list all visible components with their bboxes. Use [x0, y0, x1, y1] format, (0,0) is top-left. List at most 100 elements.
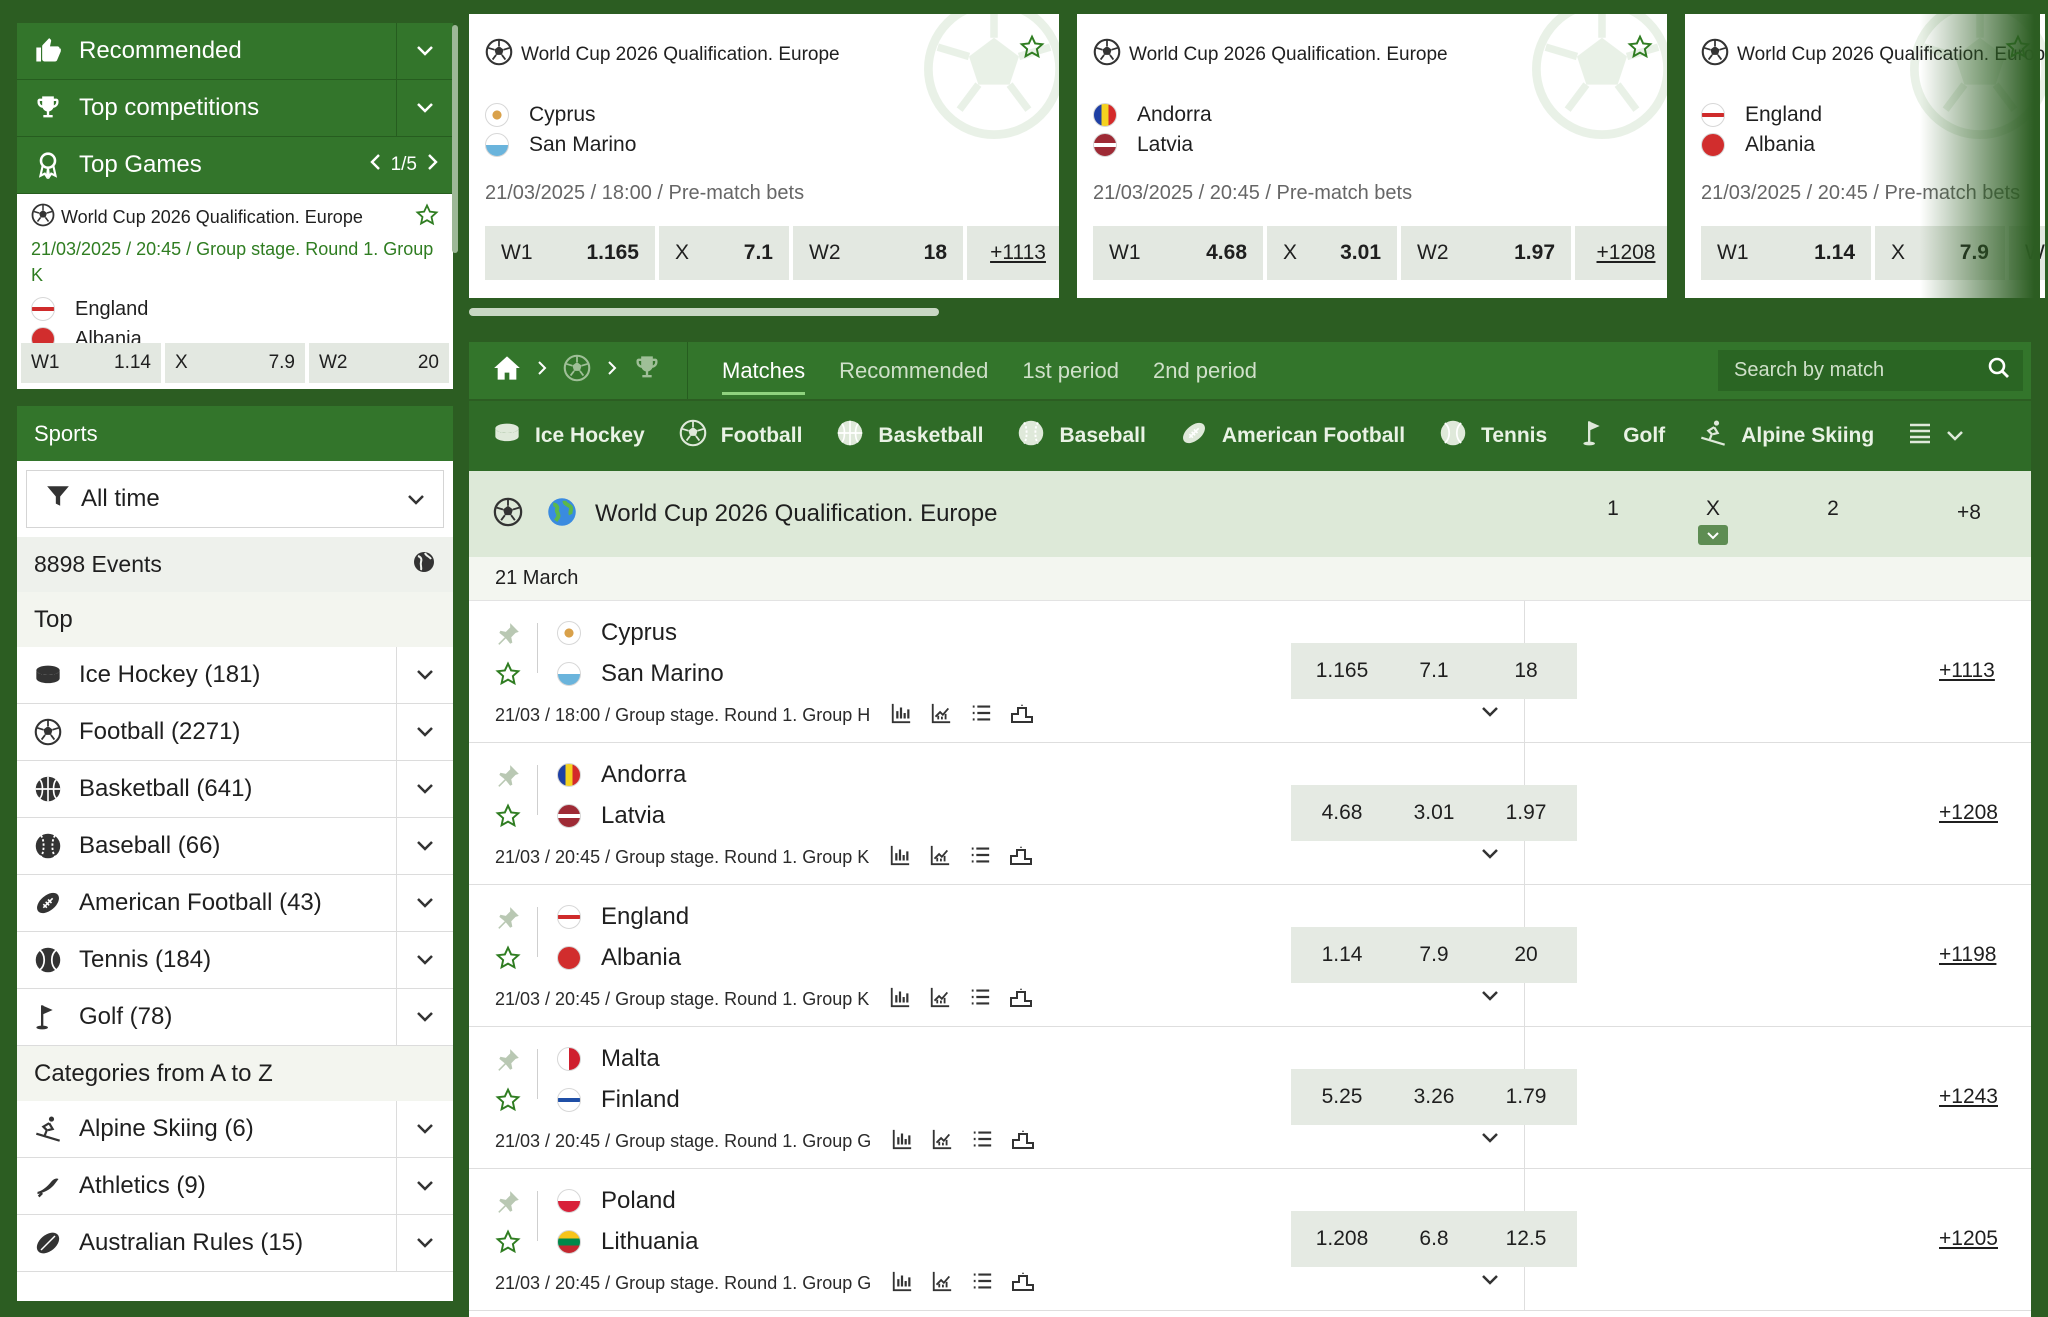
odds-button-x[interactable]: 6.8 [1383, 1211, 1485, 1267]
odds-button-2[interactable]: 12.5 [1475, 1211, 1577, 1267]
sport-chip-basketball[interactable]: Basketball [836, 419, 983, 453]
menu-recommended[interactable]: Recommended [17, 23, 453, 80]
sport-chip-tennis[interactable]: Tennis [1439, 419, 1547, 453]
podium-icon[interactable] [1009, 986, 1033, 1013]
list-icon[interactable] [971, 1128, 993, 1155]
bar-chart-icon[interactable] [891, 1128, 913, 1155]
more-markets-link[interactable]: +1208 [1575, 226, 1667, 280]
sport-row-basketball[interactable]: Basketball (641) [17, 761, 453, 818]
chevron-down-icon[interactable] [396, 647, 453, 703]
sport-chip-baseball[interactable]: Baseball [1017, 419, 1146, 453]
chevron-down-icon[interactable] [396, 1101, 453, 1157]
podium-icon[interactable] [1009, 844, 1033, 871]
favorite-star-icon[interactable] [415, 202, 439, 232]
odds-button-2[interactable]: 20 [1475, 927, 1577, 983]
pin-icon[interactable] [495, 763, 521, 794]
odds-button-2[interactable]: 1.97 [1475, 785, 1577, 841]
chevron-down-icon[interactable] [396, 989, 453, 1045]
favorite-star-icon[interactable] [495, 1087, 521, 1118]
chevron-down-icon[interactable] [396, 80, 453, 136]
sport-row-tennis[interactable]: Tennis (184) [17, 932, 453, 989]
favorite-star-icon[interactable] [495, 803, 521, 834]
carousel-card[interactable]: World Cup 2026 Qualification. Europe And… [1077, 14, 1667, 298]
chevron-down-icon[interactable] [1481, 847, 1499, 865]
chevron-down-icon[interactable] [1481, 705, 1499, 723]
odds-button-1[interactable]: 1.14 [1291, 927, 1393, 983]
sport-row-ice-hockey[interactable]: Ice Hockey (181) [17, 647, 453, 704]
more-markets-link[interactable]: +1113 [967, 226, 1059, 280]
bar-chart-icon[interactable] [891, 1270, 913, 1297]
more-sports-menu[interactable] [1908, 422, 1964, 450]
carousel-card[interactable]: World Cup 2026 Qualification. Europe Cyp… [469, 14, 1059, 298]
odds-button-w2[interactable]: W2 18 [793, 226, 963, 280]
chevron-down-icon[interactable] [396, 23, 453, 79]
bar-chart-icon[interactable] [889, 844, 911, 871]
menu-top-competitions[interactable]: Top competitions [17, 80, 453, 137]
tab-matches[interactable]: Matches [722, 342, 806, 399]
odds-button-1[interactable]: 4.68 [1291, 785, 1393, 841]
chevron-down-icon[interactable] [1481, 1131, 1499, 1149]
pin-icon[interactable] [495, 621, 521, 652]
line-chart-icon[interactable] [931, 1270, 953, 1297]
more-markets-link[interactable]: +1198 [1939, 943, 1996, 967]
tab-recommended[interactable]: Recommended [839, 342, 988, 399]
favorite-star-icon[interactable] [1019, 34, 1045, 65]
favorite-star-icon[interactable] [495, 1229, 521, 1260]
sport-chip-alpine-skiing[interactable]: Alpine Skiing [1699, 419, 1874, 453]
chevron-down-icon[interactable] [396, 1158, 453, 1214]
tab-1st-period[interactable]: 1st period [1022, 342, 1119, 399]
chevron-down-icon[interactable] [396, 704, 453, 760]
time-filter-select[interactable]: All time [26, 470, 444, 528]
chevron-down-icon[interactable] [396, 932, 453, 988]
match-row[interactable]: Poland Lithuania 21/03 / 20:45 / Group s… [469, 1169, 2031, 1311]
carousel-scrollbar[interactable] [469, 308, 939, 316]
trophy-icon[interactable] [633, 354, 661, 387]
sport-row-football[interactable]: Football (2271) [17, 704, 453, 761]
favorite-star-icon[interactable] [495, 661, 521, 692]
chevron-down-icon[interactable] [1481, 1273, 1499, 1291]
search-icon[interactable] [1987, 356, 2011, 386]
odds-button-w1[interactable]: W1 4.68 [1093, 226, 1263, 280]
line-chart-icon[interactable] [929, 986, 951, 1013]
list-icon[interactable] [969, 844, 991, 871]
odds-button-1[interactable]: 1.165 [1291, 643, 1393, 699]
more-markets-link[interactable]: +1113 [1939, 659, 1995, 683]
match-row[interactable]: England Albania 21/03 / 20:45 / Group st… [469, 885, 2031, 1027]
chevron-down-icon[interactable] [396, 1215, 453, 1271]
list-icon[interactable] [970, 702, 992, 729]
odds-button-1[interactable]: 5.25 [1291, 1069, 1393, 1125]
podium-icon[interactable] [1011, 1128, 1035, 1155]
chevron-right-icon[interactable] [427, 153, 439, 177]
chevron-down-icon[interactable] [1481, 989, 1499, 1007]
line-chart-icon[interactable] [931, 1128, 953, 1155]
odds-button-w2[interactable]: W2 1.97 [1401, 226, 1571, 280]
line-chart-icon[interactable] [929, 844, 951, 871]
sport-row-alpine-skiing[interactable]: Alpine Skiing (6) [17, 1101, 453, 1158]
odds-button-x[interactable]: 3.26 [1383, 1069, 1485, 1125]
odds-button-x[interactable]: 3.01 [1383, 785, 1485, 841]
line-chart-icon[interactable] [930, 702, 952, 729]
list-icon[interactable] [971, 1270, 993, 1297]
more-markets-link[interactable]: +1243 [1939, 1085, 1998, 1109]
sport-row-baseball[interactable]: Baseball (66) [17, 818, 453, 875]
pin-icon[interactable] [495, 905, 521, 936]
more-markets-link[interactable]: +1208 [1939, 801, 1998, 825]
chevron-down-icon[interactable] [396, 875, 453, 931]
match-row[interactable]: Malta Finland 21/03 / 20:45 / Group stag… [469, 1027, 2031, 1169]
odds-button-w1[interactable]: W1 1.165 [485, 226, 655, 280]
sport-row-athletics[interactable]: Athletics (9) [17, 1158, 453, 1215]
bar-chart-icon[interactable] [889, 986, 911, 1013]
tab-2nd-period[interactable]: 2nd period [1153, 342, 1257, 399]
sport-chip-american-football[interactable]: American Football [1180, 419, 1405, 453]
football-icon[interactable] [563, 354, 591, 387]
odds-button-x[interactable]: X 7.1 [659, 226, 789, 280]
search-input[interactable]: Search by match [1718, 350, 2023, 391]
podium-icon[interactable] [1010, 702, 1034, 729]
odds-button-2[interactable]: 18 [1475, 643, 1577, 699]
odds-button-2[interactable]: 1.79 [1475, 1069, 1577, 1125]
list-icon[interactable] [969, 986, 991, 1013]
odds-button-1[interactable]: 1.208 [1291, 1211, 1393, 1267]
sport-row-golf[interactable]: Golf (78) [17, 989, 453, 1046]
events-count-row[interactable]: 8898 Events [17, 537, 453, 592]
pin-icon[interactable] [495, 1189, 521, 1220]
